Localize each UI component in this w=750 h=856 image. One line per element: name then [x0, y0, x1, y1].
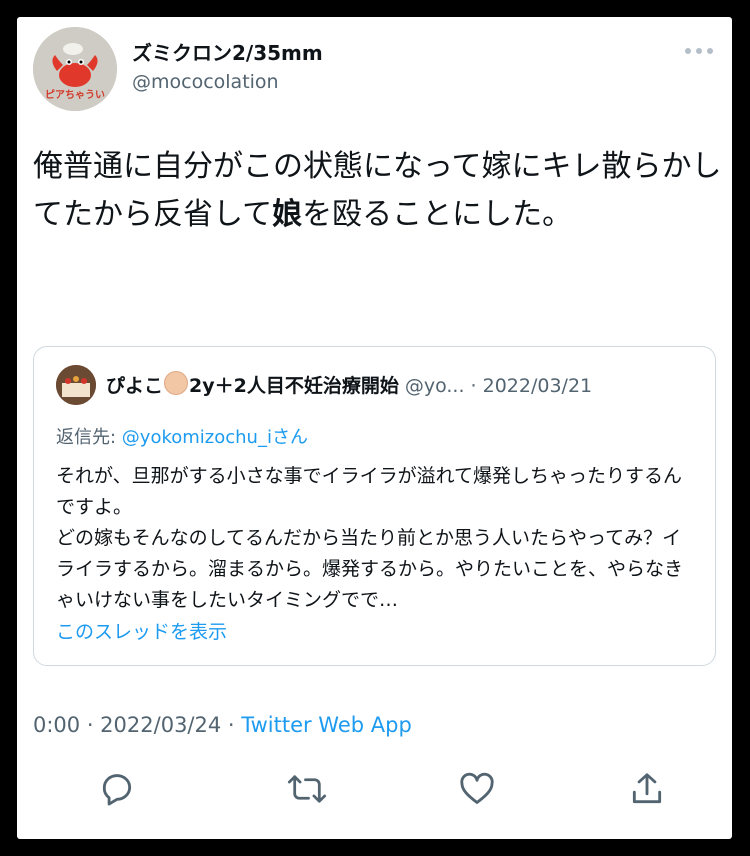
tweet-meta: 0:00 · 2022/03/24 · Twitter Web App	[33, 713, 412, 737]
tweet-card: ピアちゃうい ズミクロン2/35mm @mococolation 俺普通に自分が…	[17, 17, 732, 839]
quoted-body: それが、旦那がする小さな事でイライラが溢れて爆発しちゃったりするんですよ。 どの…	[56, 465, 684, 611]
reply-handle-link[interactable]: @yokomizochu_iさん	[122, 427, 308, 448]
reply-to: 返信先: @yokomizochu_iさん	[56, 423, 308, 449]
reply-button[interactable]	[95, 767, 139, 811]
author-handle[interactable]: @mococolation	[132, 71, 279, 93]
cake-icon	[56, 365, 96, 405]
action-bar	[85, 767, 675, 811]
reply-icon	[102, 774, 132, 806]
quoted-header: ぴよこ 2y＋2人目不妊治療開始 @yo... · 2022/03/21	[106, 371, 706, 398]
like-button[interactable]	[455, 767, 499, 811]
avatar-caption: ピアちゃうい	[45, 90, 105, 101]
quoted-avatar[interactable]	[56, 365, 96, 405]
retweet-icon	[287, 775, 327, 803]
tweet-text-part2: を殴ることにした。	[302, 197, 573, 232]
quoted-handle-date: @yo... · 2022/03/21	[404, 375, 593, 397]
retweet-button[interactable]	[285, 767, 329, 811]
quoted-name: ぴよこ	[106, 375, 164, 397]
tweet-time-date[interactable]: 0:00 · 2022/03/24 ·	[33, 713, 241, 737]
share-button[interactable]	[625, 767, 669, 811]
baby-emoji-icon	[164, 371, 189, 395]
quoted-tweet[interactable]: ぴよこ 2y＋2人目不妊治療開始 @yo... · 2022/03/21 返信先: …	[33, 346, 716, 666]
more-icon[interactable]	[684, 43, 714, 55]
share-icon	[632, 773, 662, 804]
tweet-source[interactable]: Twitter Web App	[241, 713, 412, 737]
author-display-name[interactable]: ズミクロン2/35mm	[132, 37, 323, 66]
tweet-text-bold: 娘	[272, 197, 303, 232]
reply-prefix: 返信先:	[56, 427, 122, 448]
like-icon	[460, 772, 494, 804]
quoted-display-name[interactable]: ぴよこ 2y＋2人目不妊治療開始	[106, 371, 399, 397]
show-thread-link[interactable]: このスレッドを表示	[56, 617, 227, 644]
author-avatar[interactable]: ピアちゃうい	[33, 27, 117, 111]
tweet-text: 俺普通に自分がこの状態になって嫁にキレ散らかしてたから反省して娘を殴ることにした…	[33, 143, 723, 239]
quoted-name-suffix: 2y＋2人目不妊治療開始	[189, 375, 399, 397]
